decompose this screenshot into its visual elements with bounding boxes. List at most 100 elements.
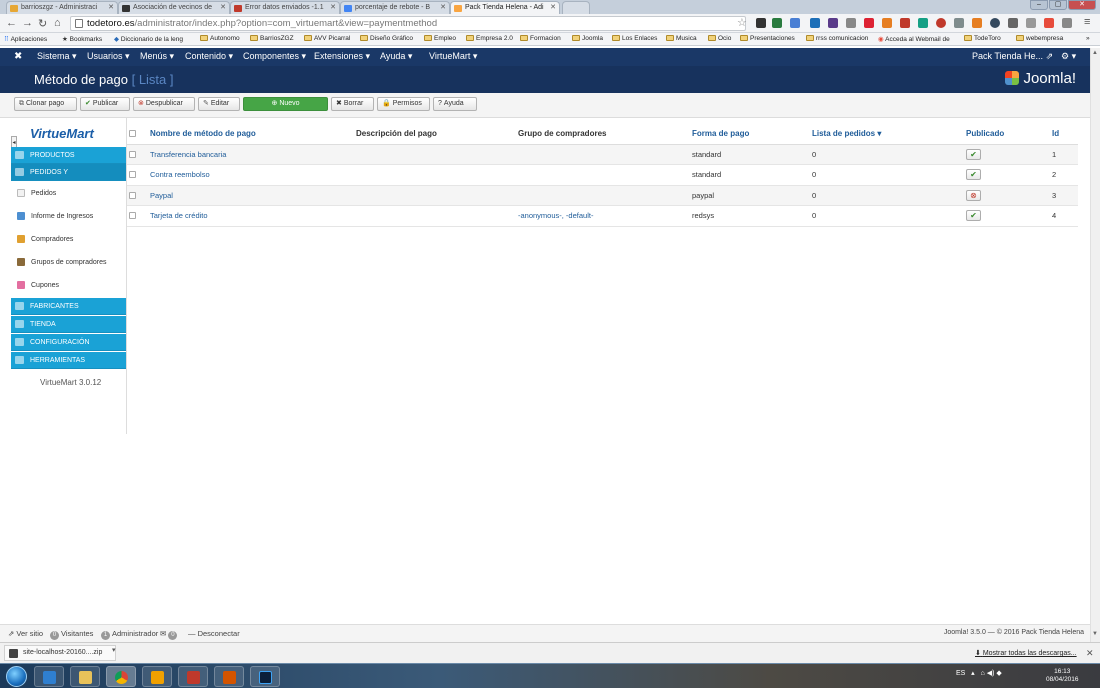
download-item[interactable]: site-localhost-20160....zip — [4, 645, 116, 661]
close-tab-icon[interactable]: ✕ — [220, 3, 226, 11]
back-arrow-icon[interactable]: ← — [6, 17, 17, 29]
sidebar-item-grupos-compradores[interactable]: Grupos de compradores — [11, 254, 126, 271]
minimize-icon[interactable]: – — [1030, 0, 1048, 10]
sidebar-section-tienda[interactable]: TIENDA — [11, 316, 126, 333]
bookmark-star-icon[interactable]: ☆ — [737, 16, 747, 29]
bookmark-folder[interactable]: Formacion — [520, 35, 561, 42]
user-settings-menu[interactable]: ⚙ ▾ — [1061, 51, 1076, 62]
menu-sistema[interactable]: Sistema ▾ — [37, 51, 77, 62]
row-checkbox[interactable] — [127, 185, 150, 206]
taskbar-app-calculator[interactable] — [142, 666, 172, 687]
home-icon[interactable]: ⌂ — [54, 17, 61, 29]
browser-menu-icon[interactable]: ≡ — [1084, 16, 1090, 28]
sidebar-item-cupones[interactable]: Cupones — [11, 277, 126, 294]
view-site-link[interactable]: ⇗ Ver sitio — [8, 629, 43, 638]
joomla-menu-icon[interactable]: ✖ — [14, 51, 22, 62]
taskbar-app-chrome[interactable] — [106, 666, 136, 687]
extension-icon[interactable] — [1026, 18, 1036, 28]
row-checkbox[interactable] — [127, 144, 150, 165]
bookmark-item[interactable]: ◆ Diccionario de la leng — [114, 35, 183, 43]
published-toggle[interactable]: ✔ — [966, 169, 981, 181]
menu-usuarios[interactable]: Usuarios ▾ — [87, 51, 130, 62]
extension-icon[interactable] — [900, 18, 910, 28]
row-checkbox[interactable] — [127, 205, 150, 227]
payment-name-link[interactable]: Tarjeta de crédito — [150, 211, 208, 220]
scroll-up-arrow-icon[interactable]: ▲ — [1092, 50, 1098, 56]
close-tab-icon[interactable]: ✕ — [330, 3, 336, 11]
bookmark-apps[interactable]: ⠿ Aplicaciones — [4, 35, 47, 43]
sidebar-section-fabricantes[interactable]: FABRICANTES — [11, 298, 126, 315]
sidebar-section-productos[interactable]: PRODUCTOS — [11, 147, 126, 164]
bookmark-folder[interactable]: Ocio — [708, 35, 731, 42]
column-header-name[interactable]: Nombre de método de pago — [150, 124, 356, 145]
select-all-checkbox[interactable] — [127, 124, 150, 145]
extension-icon[interactable] — [846, 18, 856, 28]
bookmark-folder[interactable]: Musica — [666, 35, 697, 42]
bookmark-folder[interactable]: Autonomo — [200, 35, 240, 42]
help-button[interactable]: ? Ayuda — [433, 97, 477, 111]
bookmark-folder[interactable]: Diseño Gráfico — [360, 35, 413, 42]
menu-extensiones[interactable]: Extensiones ▾ — [314, 51, 370, 62]
sidebar-item-informe-ingresos[interactable]: Informe de Ingresos — [11, 208, 126, 225]
extension-icon[interactable] — [954, 18, 964, 28]
security-icon[interactable]: ◆ — [996, 670, 1001, 677]
menu-contenido[interactable]: Contenido ▾ — [185, 51, 233, 62]
extension-icon[interactable] — [772, 18, 782, 28]
menu-virtuemart[interactable]: VirtueMart ▾ — [429, 51, 477, 62]
column-header-orders[interactable]: Lista de pedidos ▾ — [812, 124, 966, 145]
logout-link[interactable]: — Desconectar — [188, 629, 240, 638]
extension-icon[interactable] — [1062, 18, 1072, 28]
bookmark-folder[interactable]: Presentaciones — [740, 35, 795, 42]
messages-status[interactable]: ✉ 0 — [160, 629, 179, 640]
extension-icon[interactable] — [864, 18, 874, 28]
page-scrollbar[interactable]: ▲ ▼ — [1090, 48, 1100, 642]
close-tab-icon[interactable]: ✕ — [108, 3, 114, 11]
published-toggle[interactable]: ✔ — [966, 148, 981, 160]
browser-tab-active[interactable]: Pack Tienda Helena - Adi ✕ — [450, 1, 560, 14]
menu-ayuda[interactable]: Ayuda ▾ — [380, 51, 412, 62]
bookmark-folder[interactable]: webempresa — [1016, 35, 1063, 42]
unpublished-toggle[interactable]: ⊗ — [966, 189, 981, 201]
maximize-icon[interactable]: ▢ — [1049, 0, 1067, 10]
bookmark-item[interactable]: ◉ Acceda al Webmail de — [878, 35, 950, 43]
published-toggle[interactable]: ✔ — [966, 210, 981, 222]
taskbar-app-slides[interactable] — [214, 666, 244, 687]
forward-arrow-icon[interactable]: → — [22, 17, 33, 29]
extension-icon[interactable] — [756, 18, 766, 28]
payment-group-link[interactable]: -anonymous-, -default- — [518, 211, 593, 220]
bookmark-folder[interactable]: AVV Picarral — [304, 35, 350, 42]
extension-icon[interactable] — [828, 18, 838, 28]
column-header-id[interactable]: Id — [1052, 124, 1078, 145]
more-bookmarks-icon[interactable]: » — [1086, 35, 1090, 42]
reload-icon[interactable]: ↻ — [38, 17, 47, 30]
bookmark-folder[interactable]: Los Enlaces — [612, 35, 657, 42]
show-all-downloads-link[interactable]: ⬇ Mostrar todas las descargas... — [975, 649, 1077, 657]
bookmark-folder[interactable]: TodeToro — [964, 35, 1001, 42]
bookmark-folder[interactable]: rrss comunicacion — [806, 35, 868, 42]
start-button-icon[interactable] — [6, 666, 27, 687]
taskbar-app-media[interactable] — [34, 666, 64, 687]
extension-icon[interactable] — [1008, 18, 1018, 28]
new-tab-button[interactable] — [562, 1, 590, 14]
column-header-form[interactable]: Forma de pago — [692, 124, 812, 145]
edit-button[interactable]: ✎ Editar — [198, 97, 240, 111]
browser-tab[interactable]: Error datos enviados -1.1 ✕ — [230, 1, 340, 14]
extension-icon[interactable] — [918, 18, 928, 28]
extension-icon[interactable] — [790, 18, 800, 28]
unpublish-button[interactable]: ⊗ Despublicar — [133, 97, 195, 111]
adblock-icon[interactable] — [936, 18, 946, 28]
bookmark-folder[interactable]: Joomla — [572, 35, 603, 42]
permissions-button[interactable]: 🔒 Permisos — [377, 97, 430, 111]
close-window-icon[interactable]: ✕ — [1068, 0, 1096, 10]
taskbar-app-photoshop[interactable] — [250, 666, 280, 687]
menu-componentes[interactable]: Componentes ▾ — [243, 51, 306, 62]
system-clock[interactable]: 16:13 08/04/2016 — [1046, 668, 1079, 684]
sidebar-section-configuracion[interactable]: CONFIGURACIÓN — [11, 334, 126, 351]
address-bar[interactable]: todetoro.es/administrator/index.php?opti… — [70, 16, 746, 31]
network-icon[interactable]: ⌂ — [981, 670, 985, 677]
browser-tab[interactable]: porcentaje de rebote - B ✕ — [340, 1, 450, 14]
close-tab-icon[interactable]: ✕ — [550, 3, 556, 11]
scroll-down-arrow-icon[interactable]: ▼ — [1092, 631, 1098, 637]
bookmark-folder[interactable]: BarriosZGZ — [250, 35, 294, 42]
taskbar-app-explorer[interactable] — [70, 666, 100, 687]
